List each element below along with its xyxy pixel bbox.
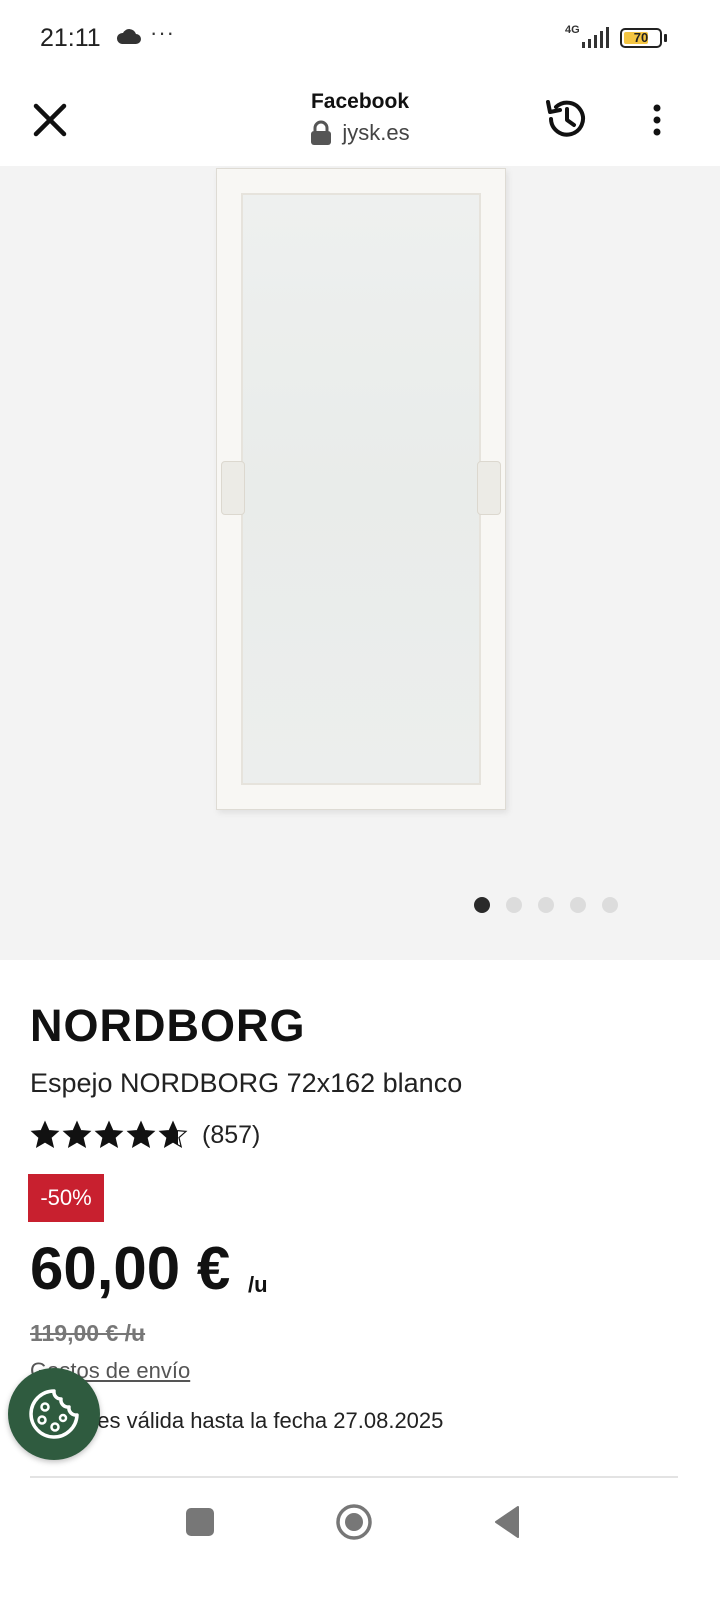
- battery-icon: 70: [620, 28, 662, 48]
- rating-stars: [30, 1120, 188, 1150]
- discount-badge: -50%: [28, 1174, 104, 1222]
- status-bar: 21:11 ··· 4G 70: [0, 0, 720, 78]
- cloud-icon: [116, 29, 141, 44]
- carousel-dot[interactable]: [474, 897, 490, 913]
- product-image[interactable]: [216, 168, 506, 810]
- battery-percent: 70: [633, 30, 649, 45]
- carousel-dots[interactable]: [474, 897, 618, 913]
- original-price: 119,00 € /u: [30, 1320, 146, 1346]
- system-nav-bar: [0, 1480, 720, 1600]
- carousel-dot[interactable]: [570, 897, 586, 913]
- page-url: jysk.es: [260, 120, 460, 146]
- frame-ornament-right: [477, 461, 501, 515]
- rating-count[interactable]: (857): [202, 1121, 260, 1150]
- history-icon[interactable]: [542, 94, 592, 144]
- star-icon: [30, 1120, 60, 1149]
- page-info[interactable]: Facebook jysk.es: [260, 90, 460, 146]
- carousel-dot[interactable]: [506, 897, 522, 913]
- battery-tip: [664, 34, 667, 42]
- star-icon: [158, 1120, 188, 1149]
- product-brand: NORDBORG: [30, 1000, 306, 1051]
- frame-ornament-left: [221, 461, 245, 515]
- back-button[interactable]: [492, 1504, 522, 1540]
- current-price: 60,00 €: [30, 1235, 231, 1302]
- url-text: jysk.es: [342, 120, 410, 145]
- divider: [30, 1476, 678, 1478]
- cookie-icon: [29, 1389, 79, 1439]
- cookie-settings-button[interactable]: [8, 1368, 100, 1460]
- lock-icon: [311, 120, 332, 145]
- product-name: Espejo NORDBORG 72x162 blanco: [30, 1068, 463, 1098]
- star-icon: [62, 1120, 92, 1149]
- status-time: 21:11: [40, 24, 101, 52]
- home-button[interactable]: [334, 1502, 374, 1542]
- network-type: 4G: [565, 24, 580, 36]
- mirror-glass: [241, 193, 481, 785]
- price-unit: /u: [248, 1272, 268, 1297]
- browser-header: Facebook jysk.es: [0, 78, 720, 167]
- star-icon: [94, 1120, 124, 1149]
- close-icon[interactable]: [26, 96, 74, 144]
- product-rating[interactable]: (857): [30, 1120, 260, 1150]
- carousel-dot[interactable]: [602, 897, 618, 913]
- page-title: Facebook: [310, 90, 410, 113]
- star-icon: [126, 1120, 156, 1149]
- product-image-gallery[interactable]: [0, 166, 720, 960]
- signal-icon: [582, 27, 609, 48]
- more-vert-icon[interactable]: [640, 98, 674, 142]
- carousel-dot[interactable]: [538, 897, 554, 913]
- more-notifications-indicator: ···: [150, 20, 175, 45]
- recents-button[interactable]: [186, 1508, 214, 1536]
